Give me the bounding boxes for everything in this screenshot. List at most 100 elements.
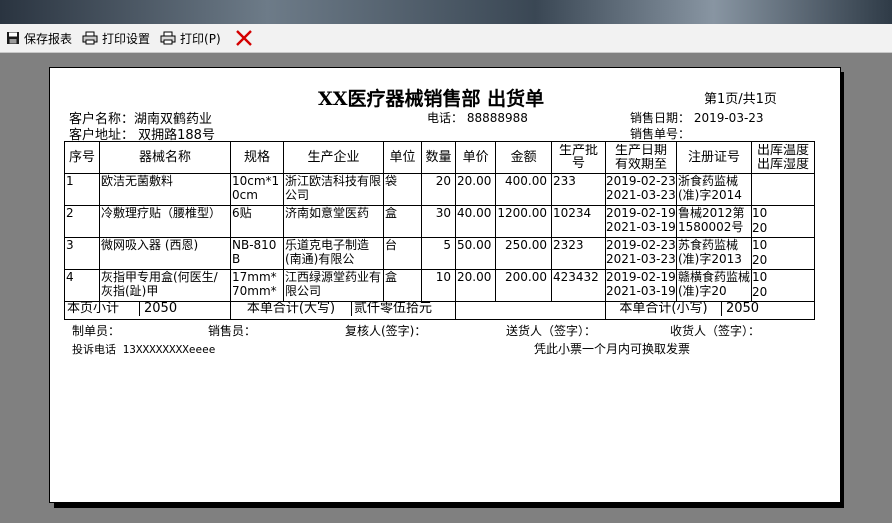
cell-dates: 2019-02-23 2021-03-23 [604,173,677,206]
cell-qty: 20 [421,173,456,206]
cell-name: 冷敷理疗贴（腰椎型） [99,205,231,238]
summary-cell-left: 本页小计 2050 [64,301,231,320]
cell-spec-text: 10cm*10cm [232,174,280,203]
close-icon [235,30,252,46]
cell-unit: 盒 [383,269,422,302]
cell-humidity: 20 [751,285,768,299]
cell-dates: 2019-02-19 2021-03-19 [604,205,677,238]
cell-reg-no: 赣横食药监械(准)字20 [675,269,752,302]
cell-spec-text: NB-810B [232,238,277,267]
cell-qty: 30 [421,205,456,238]
cell-amount: 250.00 [495,237,552,270]
cell-spec-text: 17mm*70mm*60 [232,270,277,299]
col-header-amount: 金额 [495,141,552,174]
cell-exp-date: 2021-03-23 [605,188,676,202]
complaint-phone: 投诉电话 13XXXXXXXXeeee [72,343,216,356]
col-header-price: 单价 [454,141,497,174]
cell-reg-no-text: 赣横食药监械(准)字20 [677,270,750,299]
cell-temp: 10 [751,206,768,221]
cell-spec: 6贴 [230,205,284,238]
table-row: 3 微网吸入器 (西恩) NB-810B 乐道克电子制造(南通)有限公台 5 50.00 2… [64,237,815,270]
goods-table: 序号 器械名称 规格 生产企业 单位 数量 单价 金额 生产批号 生产日期 有效期… [64,141,815,320]
col-header-exp-date: 有效期至 [614,157,667,172]
cell-batch: 423432 [550,269,606,302]
sign-receiver: 收货人（签字）： [670,324,761,338]
cell-batch: 233 [550,173,606,206]
cell-maker: 乐道克电子制造(南通)有限公 [283,237,384,270]
cell-temp: 10 [751,238,768,253]
cell-amount: 1200.00 [495,205,552,238]
cell-humidity: 20 [751,253,768,267]
col-header-prod-date: 生产日期 [614,143,667,158]
cell-no: 1 [64,173,100,206]
cell-env: 10 20 [750,269,815,302]
sign-shipper: 送货人（签字）： [506,324,597,338]
col-header-no: 序号 [64,141,100,174]
col-header-temp: 出库温度 [756,143,809,158]
sign-seller: 销售员： [208,324,257,338]
cell-env [750,173,815,206]
sign-maker: 制单员： [72,324,121,338]
cell-reg-no-text: 苏食药监械(准)字2013 [677,238,742,267]
phone: 电话： 88888988 [427,111,528,125]
cell-temp [752,175,813,190]
col-header-maker: 生产企业 [283,141,384,174]
cell-prod-date: 2019-02-19 [605,206,676,221]
col-header-dates: 生产日期 有效期至 [604,141,677,174]
cell-price: 50.00 [454,237,497,270]
close-preview-button[interactable] [231,27,261,49]
cell-reg-no-text: 浙食药监械(准)字2014第 [677,174,742,203]
cell-price: 20.00 [454,269,497,302]
cell-name: 欧洁无菌敷料 [99,173,231,206]
total-lower-value: 2050 [725,302,760,316]
print-setup-label: 打印设置 [102,31,151,46]
cell-spec-text: 6贴 [232,206,252,221]
cell-name-text: 欧洁无菌敷料 [101,174,174,189]
page-subtotal-label: 本页小计 [65,302,140,316]
toolbar: 保存报表 打印设置 打印(P) [0,24,892,53]
cell-dates: 2019-02-23 2021-03-23 [604,237,677,270]
cell-prod-date: 2019-02-23 [605,174,676,189]
cell-reg-no: 鲁械2012第1580002号 [675,205,752,238]
summary-row: 本页小计 2050 本单合计(大写) 贰仟零伍拾元 本单合计(小写) 2050 [64,301,815,320]
cell-batch: 2323 [550,237,606,270]
cell-no: 4 [64,269,100,302]
cell-env: 10 20 [750,237,815,270]
print-button[interactable]: 打印(P) [156,27,225,49]
cell-temp: 10 [751,270,768,285]
report-page: XX医疗器械销售部 出货单 第1页/共1页 客户名称：湖南双鹤药业 电话： 88… [49,67,841,503]
cell-name: 微网吸入器 (西恩) [99,237,231,270]
cell-humidity [752,189,813,204]
cell-no: 2 [64,205,100,238]
cell-no: 3 [64,237,100,270]
col-header-name: 器械名称 [99,141,231,174]
cell-spec: 10cm*10cm [230,173,284,206]
col-header-spec: 规格 [230,141,284,174]
cell-env: 10 20 [750,205,815,238]
cell-maker-text: 济南如意堂医药 [285,206,370,221]
total-upper-value: 贰仟零伍拾元 [354,302,433,316]
col-header-unit: 单位 [383,141,422,174]
printer-setup-icon [82,31,98,45]
cell-reg-no: 苏食药监械(准)字2013 [675,237,752,270]
cell-amount: 200.00 [495,269,552,302]
cell-unit: 盒 [383,205,422,238]
cell-reg-no: 浙食药监械(准)字2014第 [675,173,752,206]
cell-maker-text: 浙江欧洁科技有限公司 [285,174,382,203]
summary-cell-mid: 本单合计(大写) 贰仟零伍拾元 [230,301,456,320]
col-header-batch-text: 生产批号 [558,143,598,171]
summary-cell-right: 本单合计(小写) 2050 [604,301,815,320]
print-setup-button[interactable]: 打印设置 [78,27,154,49]
cell-amount: 400.00 [495,173,552,206]
cell-batch: 10234 [550,205,606,238]
cell-exp-date: 2021-03-19 [605,220,676,234]
cell-spec: 17mm*70mm*60 [230,269,284,302]
save-report-button[interactable]: 保存报表 [2,27,76,49]
sale-date: 销售日期： 2019-03-23 [630,111,764,125]
cell-prod-date: 2019-02-19 [605,270,676,285]
cell-prod-date: 2019-02-23 [605,238,676,253]
print-label: 打印(P) [180,31,221,46]
total-upper-label: 本单合计(大写) [231,302,352,316]
cell-name-text: 微网吸入器 (西恩) [101,238,199,253]
cell-price: 20.00 [454,173,497,206]
